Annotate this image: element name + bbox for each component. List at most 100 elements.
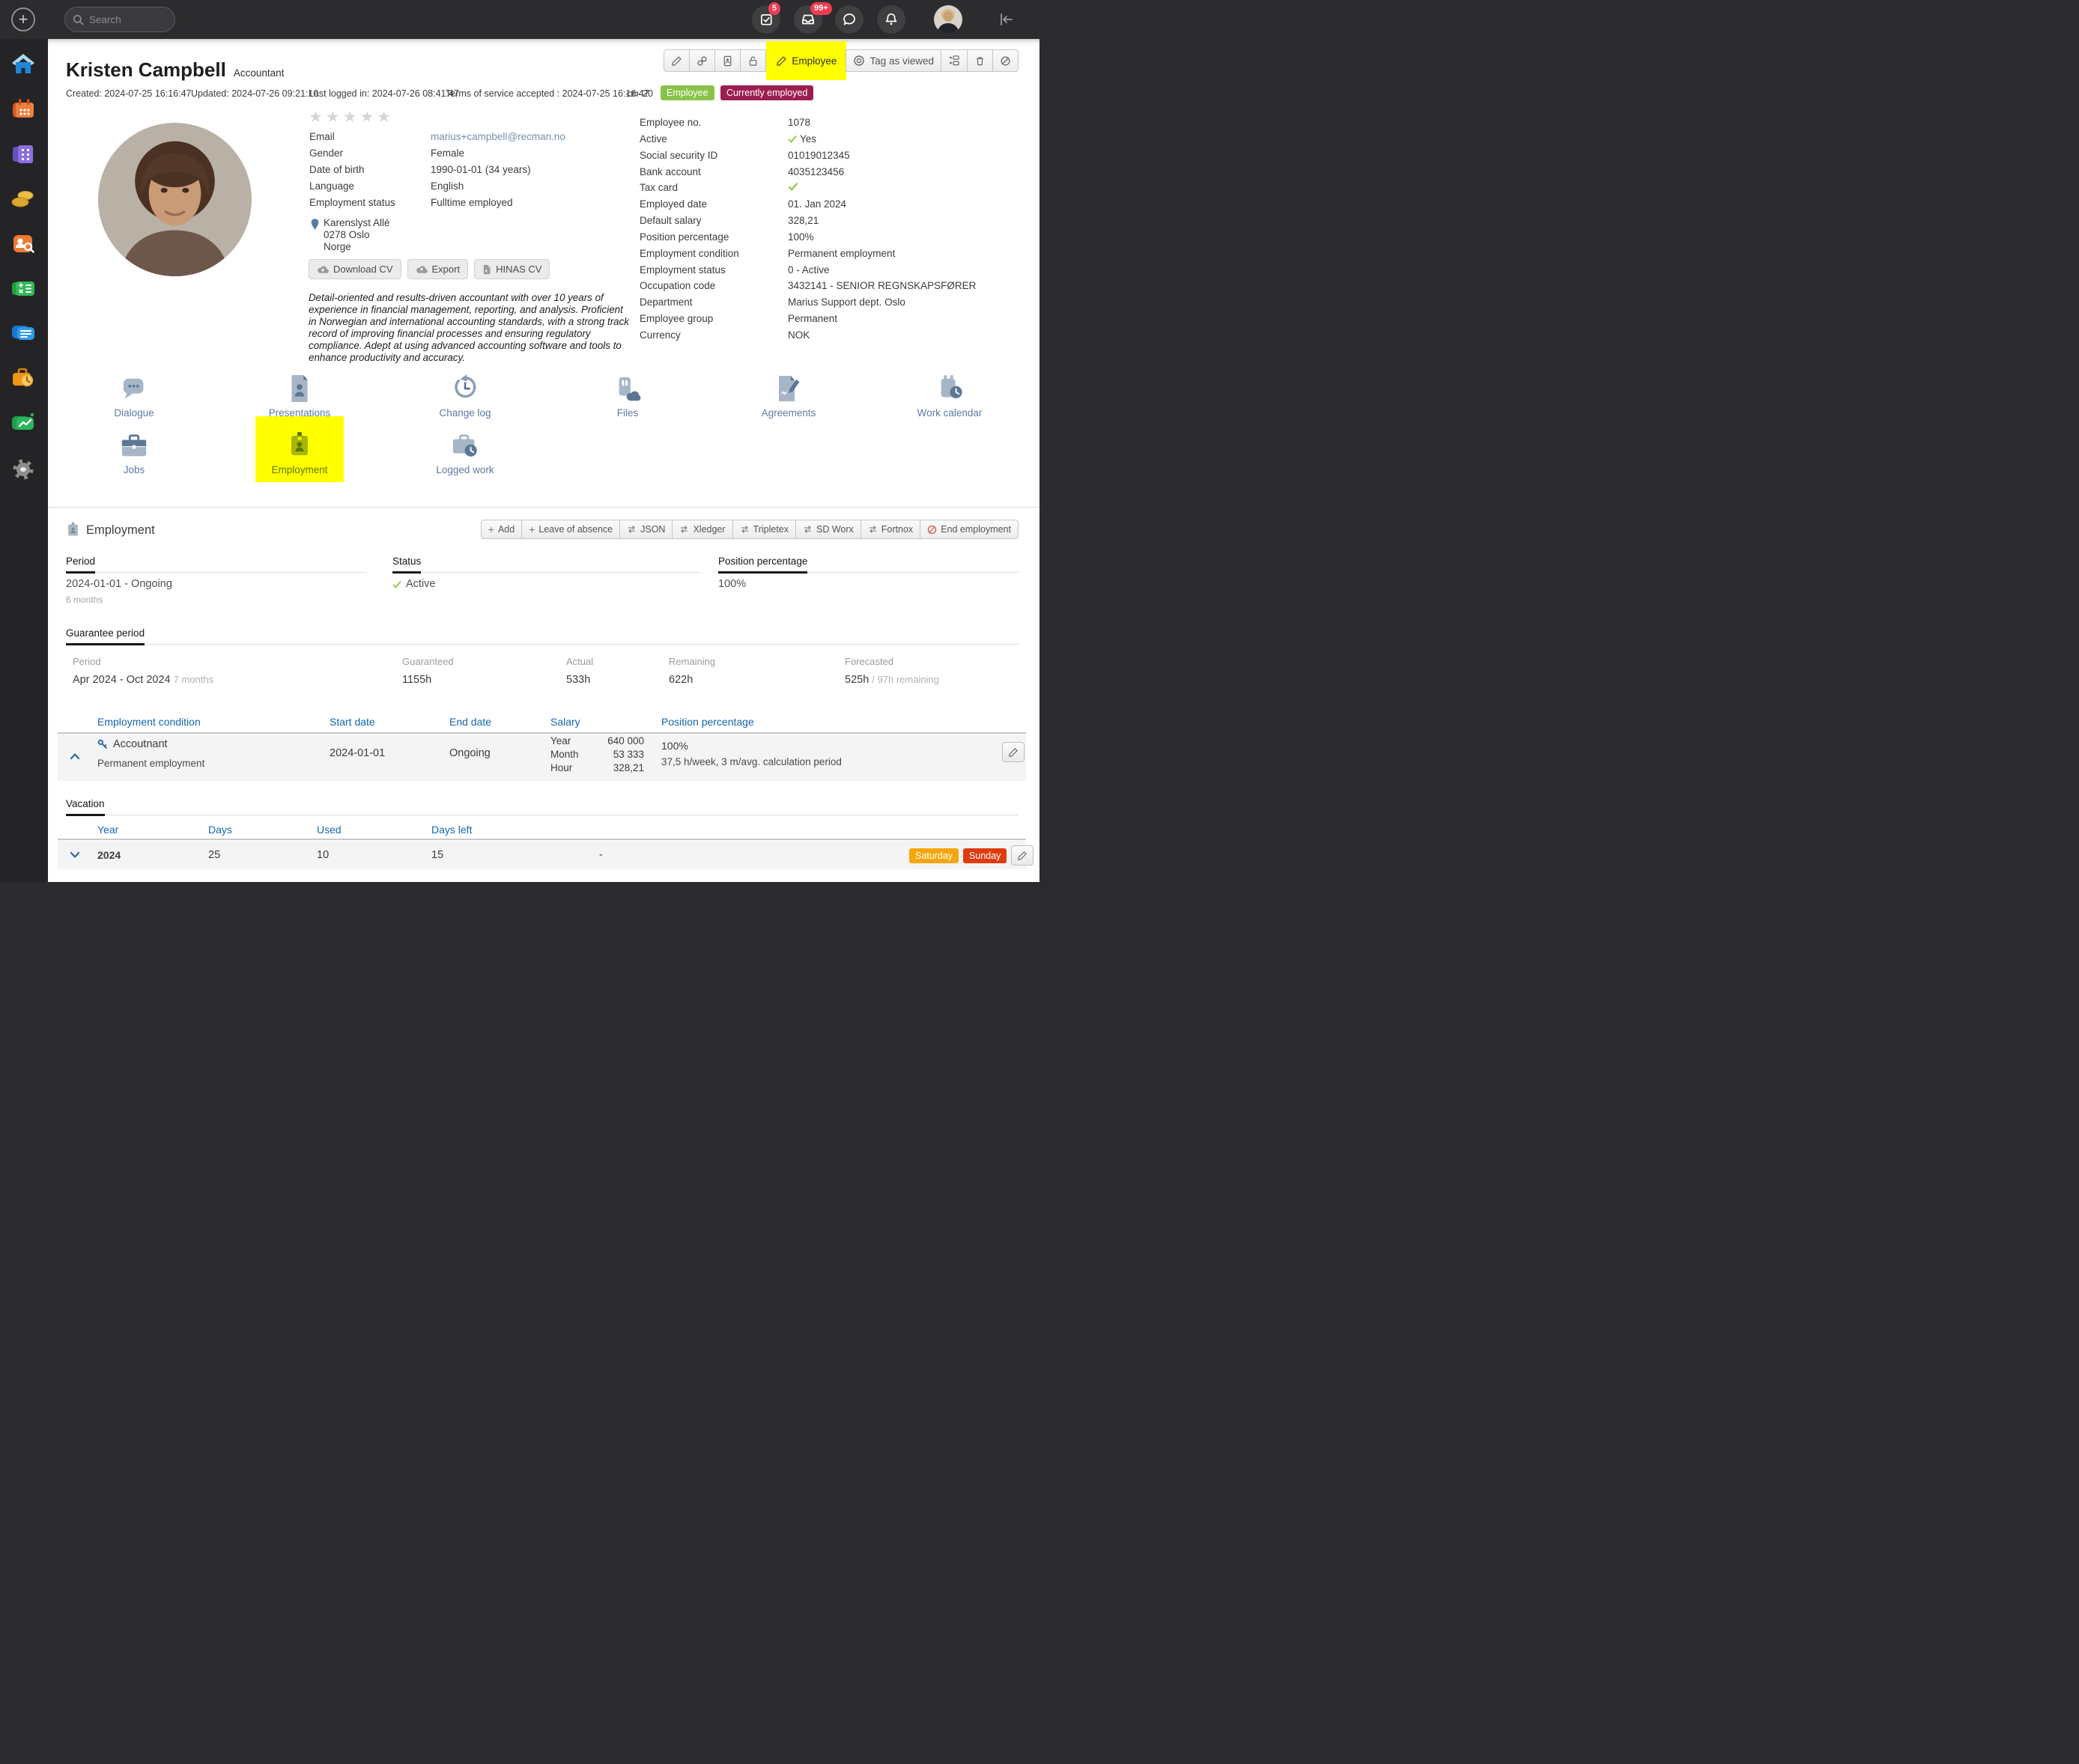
coins-icon[interactable]	[10, 186, 37, 213]
presentations-icon	[232, 373, 367, 403]
field-value: Female	[431, 147, 464, 159]
search-box[interactable]	[64, 7, 175, 32]
vacation-used: 10	[317, 849, 329, 861]
add-button[interactable]: +Add	[481, 520, 522, 539]
last-logged-in-meta: Last logged in: 2024-07-26 08:41:47	[309, 88, 459, 99]
condition-start-date: 2024-01-01	[330, 747, 385, 759]
detail-value: 3432141 - SENIOR REGNSKAPSFØRER	[788, 280, 976, 291]
search-icon	[73, 14, 84, 25]
guarantee-period-value: Apr 2024 - Oct 2024 7 months	[73, 674, 213, 686]
xledger-sync-button[interactable]: Xledger	[672, 520, 732, 539]
table-col-header[interactable]: Days left	[431, 824, 472, 836]
view-count: 20	[626, 88, 653, 99]
detail-label: Tax card	[640, 182, 678, 193]
collapse-panel-button[interactable]	[992, 5, 1020, 34]
calculator-icon[interactable]	[10, 276, 37, 302]
agreements-icon	[721, 373, 856, 403]
employee-button[interactable]: Employee	[768, 49, 844, 72]
fortnox-sync-button[interactable]: Fortnox	[861, 520, 920, 539]
messages-icon[interactable]	[10, 320, 37, 347]
files-icon	[560, 373, 695, 403]
table-col-header[interactable]: End date	[449, 716, 491, 728]
status-header: Status	[392, 556, 701, 573]
table-col-header[interactable]: Days	[208, 824, 232, 836]
id-card-button[interactable]	[714, 49, 741, 72]
vacation-days: 25	[208, 849, 220, 861]
table-col-header[interactable]: Year	[97, 824, 118, 836]
shortcut-employment[interactable]: Employment	[232, 430, 367, 475]
gear-icon[interactable]	[10, 455, 37, 482]
sdworx-sync-button[interactable]: SD Worx	[795, 520, 861, 539]
rating-stars[interactable]: ★★★★★	[309, 108, 394, 127]
jobs-icon	[67, 430, 201, 460]
hinas-cv-button[interactable]: x HINAS CV	[474, 259, 550, 279]
collapse-row-chevron[interactable]	[70, 752, 80, 760]
period-sub: 6 months	[66, 594, 103, 605]
address-block: Karenslyst Allé 0278 Oslo Norge	[324, 217, 390, 253]
field-label: Date of birth	[309, 164, 365, 175]
table-col-header[interactable]: Used	[317, 824, 342, 836]
employee-highlight: Employee	[766, 41, 846, 80]
page-title: Kristen CampbellAccountant	[66, 58, 284, 82]
export-button[interactable]: Export	[407, 259, 469, 279]
block-button[interactable]	[992, 49, 1019, 72]
detail-value: 01019012345	[788, 150, 850, 161]
leave-of-absence-button[interactable]: +Leave of absence	[521, 520, 620, 539]
time-tracking-icon[interactable]	[10, 365, 37, 392]
inbox-button[interactable]: 99+	[794, 5, 822, 34]
condition-position: 100%	[661, 740, 688, 752]
employment-actions: +Add +Leave of absence JSON Xledger Trip…	[481, 520, 1019, 539]
vacation-row	[58, 841, 1026, 869]
chat-button[interactable]	[835, 5, 864, 34]
manage-fields-button[interactable]	[941, 49, 968, 72]
tripletex-sync-button[interactable]: Tripletex	[732, 520, 796, 539]
edit-condition-button[interactable]	[1002, 742, 1025, 762]
detail-label: Position percentage	[640, 231, 729, 243]
table-col-header[interactable]: Salary	[550, 716, 580, 728]
vacation-header: Vacation	[66, 798, 1019, 815]
shortcut-work-calendar[interactable]: Work calendar	[882, 373, 1017, 419]
link-button[interactable]	[689, 49, 715, 72]
work-calendar-icon	[882, 373, 1017, 403]
home-icon[interactable]	[10, 51, 37, 78]
vacation-year: 2024	[97, 849, 121, 861]
sunday-badge: Sunday	[963, 848, 1007, 863]
expand-row-chevron[interactable]	[70, 851, 80, 859]
candidate-search-icon[interactable]	[10, 231, 37, 258]
edit-vacation-button[interactable]	[1011, 845, 1034, 866]
table-col-header[interactable]: Start date	[330, 716, 375, 728]
guarantee-col-header: Forecasted	[845, 656, 893, 667]
shortcut-changelog[interactable]: Change log	[398, 373, 532, 419]
building-icon[interactable]	[10, 141, 37, 168]
employment-section-title: Employment	[66, 522, 155, 538]
detail-label: Employee group	[640, 313, 713, 324]
end-employment-button[interactable]: End employment	[920, 520, 1019, 539]
email-link[interactable]: marius+campbell@recman.no	[431, 131, 565, 142]
tasks-button[interactable]: 5	[752, 5, 780, 34]
delete-button[interactable]	[967, 49, 993, 72]
profile-photo	[98, 123, 252, 276]
add-new-button[interactable]: +	[11, 7, 35, 31]
user-avatar[interactable]	[934, 5, 962, 34]
shortcut-agreements[interactable]: Agreements	[721, 373, 856, 419]
notifications-button[interactable]	[877, 5, 905, 34]
json-sync-button[interactable]: JSON	[619, 520, 673, 539]
shortcut-dialogue[interactable]: Dialogue	[67, 373, 201, 419]
table-col-header[interactable]: Position percentage	[661, 716, 754, 728]
calendar-icon[interactable]	[10, 96, 37, 123]
tasks-badge: 5	[768, 2, 780, 15]
search-input[interactable]	[89, 14, 164, 25]
tag-as-viewed-button[interactable]: Tag as viewed	[846, 49, 941, 72]
download-cv-button[interactable]: Download CV	[309, 259, 401, 279]
shortcut-logged-work[interactable]: Logged work	[398, 430, 532, 475]
reports-icon[interactable]	[10, 410, 37, 437]
section-divider	[48, 507, 1040, 508]
period-value: 2024-01-01 - Ongoing	[66, 578, 172, 590]
lock-button[interactable]	[740, 49, 766, 72]
field-value: Fulltime employed	[431, 197, 513, 208]
table-col-header[interactable]: Employment condition	[97, 716, 201, 728]
edit-button[interactable]	[664, 49, 690, 72]
shortcut-presentations[interactable]: Presentations	[232, 373, 367, 419]
shortcut-files[interactable]: Files	[560, 373, 695, 419]
shortcut-jobs[interactable]: Jobs	[67, 430, 201, 475]
